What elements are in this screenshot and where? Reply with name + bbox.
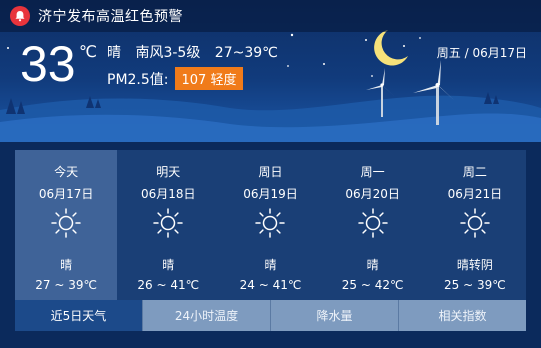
day-condition: 晴	[366, 258, 379, 272]
pm25-line: PM2.5值: 107 轻度	[107, 67, 244, 90]
forecast-day-tomorrow[interactable]: 明天 06月18日 晴 26 ~ 41℃	[117, 150, 219, 300]
day-name: 今天	[54, 165, 79, 179]
day-date: 06月20日	[345, 187, 400, 201]
forecast-day-sunday[interactable]: 周日 06月19日 晴 24 ~ 41℃	[219, 150, 321, 300]
day-name: 明天	[156, 165, 181, 179]
forecast-day-monday[interactable]: 周一 06月20日 晴 25 ~ 42℃	[322, 150, 424, 300]
day-range: 26 ~ 41℃	[137, 278, 200, 292]
forecast-day-today[interactable]: 今天 06月17日 晴 27 ~ 39℃	[15, 150, 118, 300]
alert-text: 济宁发布高温红色预警	[38, 9, 183, 25]
day-date: 06月21日	[447, 187, 503, 201]
tab-5-day-weather[interactable]: 近5日天气	[15, 300, 142, 331]
sun-icon	[357, 208, 388, 238]
current-condition: 晴	[107, 45, 121, 61]
sun-icon	[255, 208, 286, 238]
day-condition: 晴	[264, 258, 277, 272]
day-range: 24 ~ 41℃	[239, 278, 302, 292]
forecast-panel: 今天 06月17日 晴 27 ~ 39℃ 明天 06月18日 晴 26 ~ 41…	[15, 150, 526, 331]
current-range: 27~39℃	[214, 45, 278, 61]
current-temperature: 33	[20, 36, 76, 92]
tab-24h-temperature[interactable]: 24小时温度	[142, 300, 270, 331]
day-date: 06月18日	[141, 187, 196, 201]
current-date: 周五 / 06月17日	[436, 46, 527, 60]
forecast-tabs: 近5日天气 24小时温度 降水量 相关指数	[15, 300, 526, 331]
day-name: 周二	[462, 165, 487, 179]
alert-banner[interactable]: 济宁发布高温红色预警	[0, 0, 541, 32]
day-range: 25 ~ 39℃	[443, 278, 506, 292]
day-range: 27 ~ 39℃	[35, 278, 97, 292]
moon-icon	[374, 30, 408, 66]
day-condition: 晴	[60, 258, 73, 272]
bell-icon	[10, 6, 30, 26]
pm25-label: PM2.5值:	[107, 71, 169, 88]
sun-icon	[51, 208, 81, 238]
forecast-row: 今天 06月17日 晴 27 ~ 39℃ 明天 06月18日 晴 26 ~ 41…	[15, 150, 526, 300]
sun-icon	[460, 208, 490, 238]
tab-precipitation[interactable]: 降水量	[270, 300, 398, 331]
day-name: 周一	[360, 165, 385, 179]
forecast-day-tuesday[interactable]: 周二 06月21日 晴转阴 25 ~ 39℃	[424, 150, 526, 300]
current-conditions: 晴 南风3-5级 27~39℃	[107, 42, 288, 62]
day-name: 周日	[258, 165, 283, 179]
day-condition: 晴	[162, 258, 175, 272]
sun-icon	[153, 208, 184, 238]
day-condition: 晴转阴	[456, 258, 493, 272]
temperature-unit: ℃	[79, 42, 97, 61]
aqi-badge: 107 轻度	[174, 67, 244, 90]
day-date: 06月19日	[243, 187, 298, 201]
tab-related-indices[interactable]: 相关指数	[398, 300, 526, 331]
day-date: 06月17日	[38, 187, 94, 201]
day-range: 25 ~ 42℃	[341, 278, 404, 292]
current-wind: 南风3-5级	[135, 45, 201, 61]
